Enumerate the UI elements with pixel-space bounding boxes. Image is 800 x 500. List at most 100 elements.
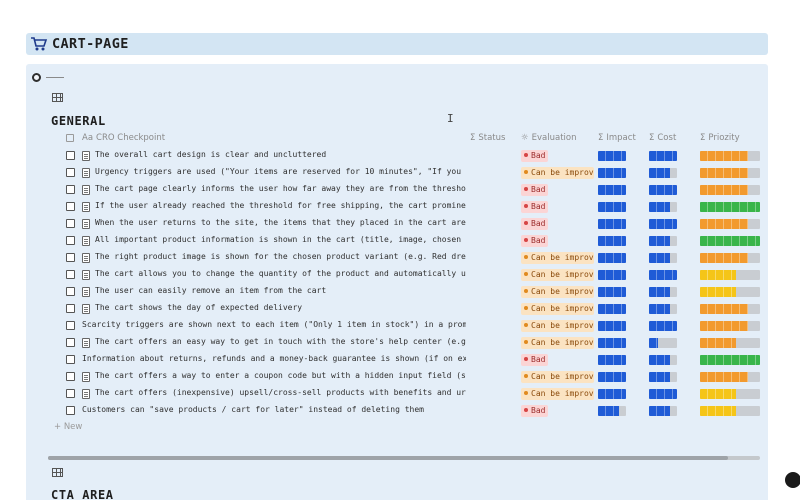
- toggle-block[interactable]: [32, 73, 64, 82]
- evaluation-badge[interactable]: Can be improved: [521, 371, 594, 383]
- table-row[interactable]: The user can easily remove an item from …: [0, 284, 800, 301]
- row-checkbox[interactable]: [66, 253, 75, 262]
- column-header-checkpoint[interactable]: Aa CRO Checkpoint: [82, 133, 165, 143]
- table-row[interactable]: The cart offers a way to enter a coupon …: [0, 369, 800, 386]
- row-checkbox[interactable]: [66, 219, 75, 228]
- cost-bar: [649, 202, 677, 212]
- row-checkbox[interactable]: [66, 372, 75, 381]
- evaluation-badge[interactable]: Bad: [521, 354, 549, 366]
- table-row[interactable]: Urgency triggers are used ("Your items a…: [0, 165, 800, 182]
- priority-bar: [700, 151, 760, 161]
- evaluation-badge[interactable]: Can be improved: [521, 388, 594, 400]
- checkpoint-title[interactable]: The overall cart design is clear and unc…: [95, 150, 466, 159]
- row-checkbox[interactable]: [66, 185, 75, 194]
- priority-bar-fill: [700, 304, 748, 314]
- table-row[interactable]: Scarcity triggers are shown next to each…: [0, 318, 800, 335]
- checkpoint-title[interactable]: Information about returns, refunds and a…: [82, 354, 466, 363]
- checkpoint-title[interactable]: The cart offers a way to enter a coupon …: [95, 371, 466, 380]
- row-checkbox[interactable]: [66, 321, 75, 330]
- table-view-icon-cta[interactable]: [52, 468, 63, 477]
- checkpoint-title[interactable]: The cart offers an easy way to get in to…: [95, 337, 466, 346]
- table-row[interactable]: When the user returns to the site, the i…: [0, 216, 800, 233]
- checkpoint-title[interactable]: The cart offers (inexpensive) upsell/cro…: [95, 388, 466, 397]
- evaluation-badge[interactable]: Can be improved: [521, 269, 594, 281]
- checkpoint-title[interactable]: If the user already reached the threshol…: [95, 201, 466, 210]
- evaluation-badge[interactable]: Can be improved: [521, 167, 594, 179]
- table-view-icon[interactable]: [52, 93, 63, 102]
- impact-bar: [598, 389, 626, 399]
- impact-bar: [598, 355, 626, 365]
- evaluation-label: Can be improved: [531, 372, 594, 381]
- checkpoint-title[interactable]: The right product image is shown for the…: [95, 252, 466, 261]
- row-checkbox[interactable]: [66, 338, 75, 347]
- checkpoint-title[interactable]: Customers can "save products / cart for …: [82, 405, 466, 414]
- table-row[interactable]: The cart allows you to change the quanti…: [0, 267, 800, 284]
- row-checkbox[interactable]: [66, 355, 75, 364]
- row-checkbox[interactable]: [66, 151, 75, 160]
- table-row[interactable]: The right product image is shown for the…: [0, 250, 800, 267]
- row-checkbox[interactable]: [66, 168, 75, 177]
- cost-bar: [649, 355, 677, 365]
- row-checkbox[interactable]: [66, 202, 75, 211]
- evaluation-badge[interactable]: Can be improved: [521, 303, 594, 315]
- evaluation-badge[interactable]: Can be improved: [521, 337, 594, 349]
- horizontal-scrollbar-thumb[interactable]: [48, 456, 728, 460]
- select-all-checkbox[interactable]: [66, 134, 74, 142]
- table-row[interactable]: The cart offers (inexpensive) upsell/cro…: [0, 386, 800, 403]
- cost-bar-fill: [649, 168, 670, 178]
- cost-bar-fill: [649, 406, 670, 416]
- cost-bar: [649, 219, 677, 229]
- checkpoint-title[interactable]: Scarcity triggers are shown next to each…: [82, 320, 466, 329]
- column-header-cost[interactable]: Σ Cost: [649, 133, 676, 143]
- row-checkbox[interactable]: [66, 270, 75, 279]
- cost-bar: [649, 185, 677, 195]
- table-row[interactable]: The cart page clearly informs the user h…: [0, 182, 800, 199]
- checkpoint-title[interactable]: The cart page clearly informs the user h…: [95, 184, 466, 193]
- column-header-impact[interactable]: Σ Impact: [598, 133, 636, 143]
- evaluation-badge[interactable]: Can be improved: [521, 320, 594, 332]
- evaluation-badge[interactable]: Bad: [521, 150, 549, 162]
- evaluation-badge[interactable]: Bad: [521, 184, 549, 196]
- column-header-priority[interactable]: Σ Priozity: [700, 133, 740, 143]
- checkpoint-title[interactable]: The cart allows you to change the quanti…: [95, 269, 466, 278]
- cost-bar: [649, 304, 677, 314]
- row-checkbox[interactable]: [66, 406, 75, 415]
- add-new-row-button[interactable]: + New: [54, 422, 82, 432]
- table-row[interactable]: Customers can "save products / cart for …: [0, 403, 800, 420]
- cost-bar-fill: [649, 253, 670, 263]
- evaluation-label: Bad: [531, 219, 546, 228]
- checkpoint-title[interactable]: When the user returns to the site, the i…: [95, 218, 466, 227]
- table-row[interactable]: The overall cart design is clear and unc…: [0, 148, 800, 165]
- row-checkbox[interactable]: [66, 389, 75, 398]
- table-row[interactable]: Information about returns, refunds and a…: [0, 352, 800, 369]
- evaluation-badge[interactable]: Bad: [521, 218, 549, 230]
- evaluation-label: Can be improved: [531, 304, 594, 313]
- evaluation-badge[interactable]: Bad: [521, 235, 549, 247]
- impact-bar-fill: [598, 355, 626, 365]
- checkpoint-title[interactable]: Urgency triggers are used ("Your items a…: [95, 167, 466, 176]
- impact-bar: [598, 321, 626, 331]
- page-document-icon: [82, 219, 90, 229]
- row-checkbox[interactable]: [66, 304, 75, 313]
- help-button[interactable]: [785, 472, 800, 488]
- table-row[interactable]: If the user already reached the threshol…: [0, 199, 800, 216]
- row-checkbox[interactable]: [66, 287, 75, 296]
- checkpoint-title[interactable]: All important product information is sho…: [95, 235, 466, 244]
- table-row[interactable]: The cart shows the day of expected deliv…: [0, 301, 800, 318]
- priority-bar: [700, 270, 760, 280]
- column-header-evaluation[interactable]: ☼ Evaluation: [521, 133, 576, 143]
- column-header-status[interactable]: Σ Status: [470, 133, 505, 143]
- table-row[interactable]: All important product information is sho…: [0, 233, 800, 250]
- evaluation-dot-icon: [524, 391, 528, 395]
- evaluation-badge[interactable]: Bad: [521, 405, 549, 417]
- row-checkbox[interactable]: [66, 236, 75, 245]
- table-row[interactable]: The cart offers an easy way to get in to…: [0, 335, 800, 352]
- checkpoint-title[interactable]: The user can easily remove an item from …: [95, 286, 466, 295]
- evaluation-badge[interactable]: Bad: [521, 201, 549, 213]
- evaluation-dot-icon: [524, 170, 528, 174]
- toggle-bullet-icon[interactable]: [32, 73, 41, 82]
- checkpoint-title[interactable]: The cart shows the day of expected deliv…: [95, 303, 466, 312]
- page-title: CART-PAGE: [52, 36, 129, 52]
- evaluation-badge[interactable]: Can be improved: [521, 252, 594, 264]
- evaluation-badge[interactable]: Can be improved: [521, 286, 594, 298]
